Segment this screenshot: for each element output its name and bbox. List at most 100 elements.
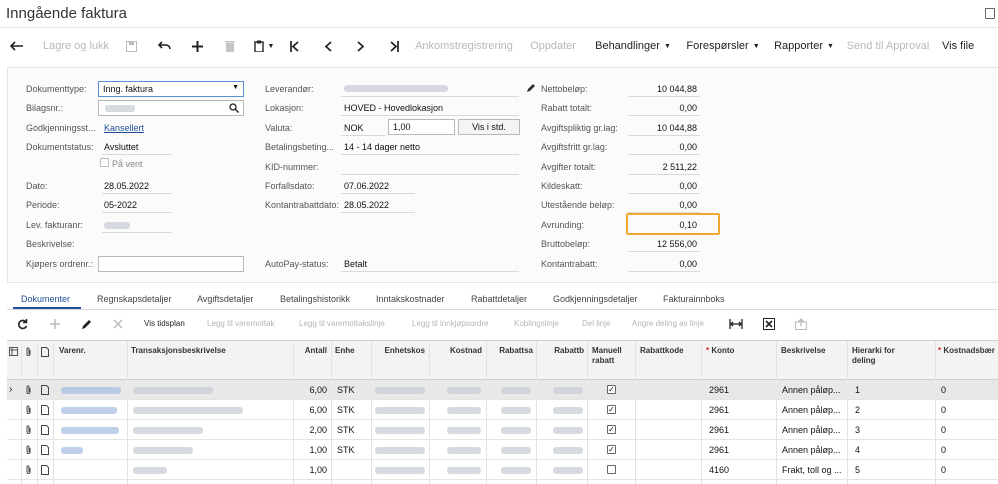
attachment-icon[interactable]: [25, 425, 32, 435]
upload-icon[interactable]: [795, 318, 807, 330]
link-line-button[interactable]: Koblingslinje: [514, 319, 559, 328]
tab-documents[interactable]: Dokumenter: [21, 294, 70, 304]
account-cell[interactable]: 2961: [709, 425, 729, 435]
col-uom[interactable]: Enhe: [335, 346, 355, 356]
account-cell[interactable]: 2961: [709, 385, 729, 395]
save-button[interactable]: [118, 34, 144, 58]
col-discount-amt[interactable]: Rabattb: [541, 346, 584, 356]
account-cell[interactable]: 4160: [709, 465, 729, 475]
cost-center-cell[interactable]: 0: [941, 385, 946, 395]
hierarchy-cell[interactable]: 3: [855, 425, 860, 435]
add-row-icon[interactable]: [50, 319, 60, 329]
open-external-icon[interactable]: [985, 8, 995, 19]
tab-approvals[interactable]: Godkjenningsdetaljer: [553, 294, 638, 304]
tab-discounts[interactable]: Rabattdetaljer: [471, 294, 527, 304]
reports-menu[interactable]: Rapporter ▼: [768, 34, 840, 58]
note-icon[interactable]: [41, 465, 49, 475]
table-row[interactable]: › 6,00 STK ✓ 2961 Annen påløp... 1 0: [7, 380, 998, 400]
add-po-button[interactable]: Legg til innkjøpsordre: [412, 319, 488, 328]
table-row[interactable]: 1,00 4160 Frakt, toll og ... 5 0: [7, 460, 998, 480]
col-hierarchy[interactable]: Hierarki for deling: [852, 346, 912, 366]
col-ext-cost[interactable]: Kostnad: [437, 346, 482, 356]
qty-cell[interactable]: 1,00: [297, 445, 327, 455]
qty-cell[interactable]: 1,00: [297, 465, 327, 475]
inquiries-menu[interactable]: Forespørsler ▼: [678, 34, 768, 58]
undo-button[interactable]: [144, 34, 184, 58]
attachment-icon[interactable]: [25, 465, 32, 475]
actions-menu[interactable]: Behandlinger ▼: [588, 34, 678, 58]
tab-landed-costs[interactable]: Inntakskostnader: [376, 294, 445, 304]
col-discount-code[interactable]: Rabattkode: [640, 346, 684, 356]
buyer-order-input[interactable]: [98, 256, 244, 272]
attachment-icon[interactable]: [25, 405, 32, 415]
tab-accounting[interactable]: Regnskapsdetaljer: [97, 294, 172, 304]
manual-discount-checkbox[interactable]: ✓: [607, 385, 616, 394]
manual-discount-checkbox[interactable]: [607, 465, 616, 474]
edit-pencil-icon[interactable]: [81, 319, 92, 330]
location-value[interactable]: HOVED - Hovedlokasjon: [344, 103, 443, 113]
refresh-icon[interactable]: [17, 319, 28, 330]
ref-input[interactable]: [98, 100, 244, 116]
date-value[interactable]: 28.05.2022: [104, 181, 149, 191]
receipt-button[interactable]: Ankomstregistrering: [410, 34, 518, 58]
qty-cell[interactable]: 6,00: [297, 385, 327, 395]
hierarchy-cell[interactable]: 2: [855, 405, 860, 415]
tab-payment-history[interactable]: Betalingshistorikk: [280, 294, 350, 304]
due-date-value[interactable]: 07.06.2022: [344, 181, 389, 191]
fit-columns-icon[interactable]: [729, 319, 743, 329]
doc-type-select[interactable]: Inng. faktura ▼: [98, 81, 244, 97]
hierarchy-cell[interactable]: 5: [855, 465, 860, 475]
back-button[interactable]: [0, 34, 34, 58]
period-value[interactable]: 05-2022: [104, 200, 137, 210]
add-receipt-button[interactable]: Legg til varemottak: [207, 319, 275, 328]
account-cell[interactable]: 2961: [709, 405, 729, 415]
approval-link[interactable]: Kansellert: [104, 123, 144, 133]
previous-record-button[interactable]: [312, 34, 344, 58]
copy-paste-button[interactable]: ▼: [250, 34, 278, 58]
excel-export-icon[interactable]: [763, 318, 775, 330]
attachment-icon[interactable]: [25, 445, 32, 455]
grid-settings-icon[interactable]: [9, 347, 18, 356]
manual-discount-checkbox[interactable]: ✓: [607, 405, 616, 414]
terms-value[interactable]: 14 - 14 dager netto: [344, 142, 420, 152]
send-approval-button[interactable]: Send til Approval: [840, 34, 936, 58]
qty-cell[interactable]: 2,00: [297, 425, 327, 435]
tab-tax[interactable]: Avgiftsdetaljer: [197, 294, 253, 304]
cost-center-cell[interactable]: 0: [941, 465, 946, 475]
add-receipt-line-button[interactable]: Legg til varemottakslinje: [299, 319, 385, 328]
col-qty[interactable]: Antall: [297, 346, 327, 356]
manual-discount-checkbox[interactable]: ✓: [607, 445, 616, 454]
update-button[interactable]: Oppdater: [518, 34, 588, 58]
add-button[interactable]: [184, 34, 210, 58]
qty-cell[interactable]: 6,00: [297, 405, 327, 415]
save-close-button[interactable]: Lagre og lukk: [34, 34, 118, 58]
attachment-icon[interactable]: [25, 385, 32, 395]
manual-discount-checkbox[interactable]: ✓: [607, 425, 616, 434]
col-description[interactable]: Transaksjonsbeskrivelse: [131, 346, 226, 356]
note-icon[interactable]: [41, 385, 49, 395]
delete-row-icon[interactable]: [113, 319, 123, 329]
account-cell[interactable]: 2961: [709, 445, 729, 455]
cost-center-cell[interactable]: 0: [941, 405, 946, 415]
hierarchy-cell[interactable]: 1: [855, 385, 860, 395]
split-line-button[interactable]: Del linje: [582, 319, 610, 328]
schedule-button[interactable]: Vis tidsplan: [144, 319, 185, 328]
note-icon[interactable]: [41, 405, 49, 415]
uom-cell[interactable]: STK: [337, 385, 355, 395]
currency-value[interactable]: NOK: [344, 123, 364, 133]
note-icon[interactable]: [41, 425, 49, 435]
rate-input[interactable]: 1,00: [388, 119, 455, 135]
next-record-button[interactable]: [344, 34, 378, 58]
first-record-button[interactable]: [278, 34, 312, 58]
table-row[interactable]: 1,00 STK ✓ 2961 Annen påløp... 4 0: [7, 440, 998, 460]
cost-center-cell[interactable]: 0: [941, 425, 946, 435]
last-record-button[interactable]: [378, 34, 410, 58]
tab-invoice-inbox[interactable]: Fakturainnboks: [663, 294, 725, 304]
uom-cell[interactable]: STK: [337, 425, 355, 435]
edit-pencil-icon[interactable]: [526, 83, 536, 93]
uom-cell[interactable]: STK: [337, 405, 355, 415]
delete-button[interactable]: [210, 34, 250, 58]
col-account-desc[interactable]: Beskrivelse: [781, 346, 825, 356]
table-row[interactable]: 6,00 STK ✓ 2961 Annen påløp... 2 0: [7, 400, 998, 420]
col-unit-cost[interactable]: Enhetskos: [377, 346, 425, 356]
